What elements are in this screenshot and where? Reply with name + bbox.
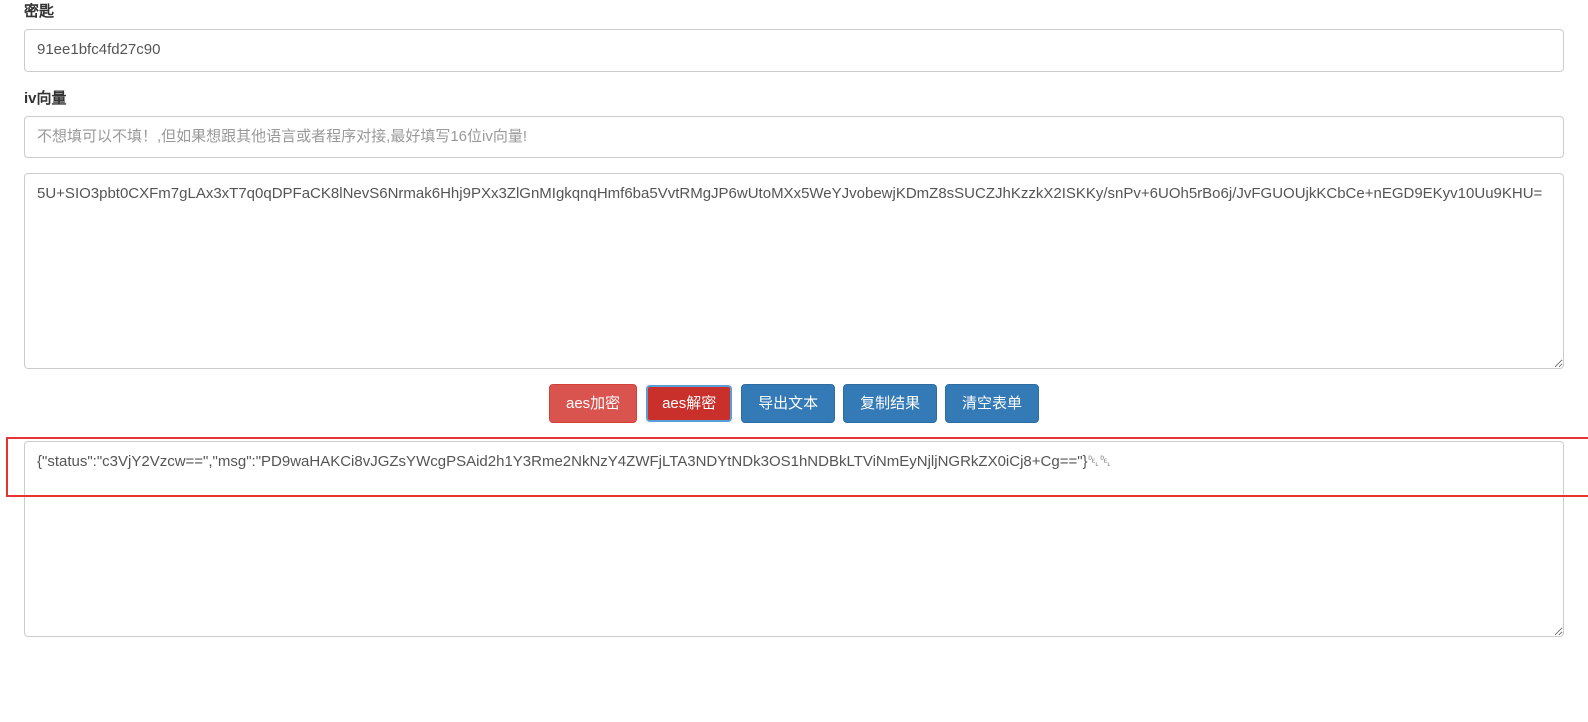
copy-result-button[interactable]: 复制结果: [843, 384, 937, 423]
iv-input[interactable]: [24, 116, 1564, 159]
button-row: aes加密 aes解密 导出文本 复制结果 清空表单: [24, 384, 1564, 423]
aes-encrypt-button[interactable]: aes加密: [549, 384, 637, 423]
export-text-button[interactable]: 导出文本: [741, 384, 835, 423]
aes-decrypt-button[interactable]: aes解密: [645, 384, 733, 423]
output-textarea[interactable]: [24, 441, 1564, 637]
iv-label: iv向量: [24, 87, 1564, 108]
key-input[interactable]: [24, 29, 1564, 72]
key-label: 密匙: [24, 0, 1564, 21]
clear-form-button[interactable]: 清空表单: [945, 384, 1039, 423]
input-textarea[interactable]: [24, 173, 1564, 369]
